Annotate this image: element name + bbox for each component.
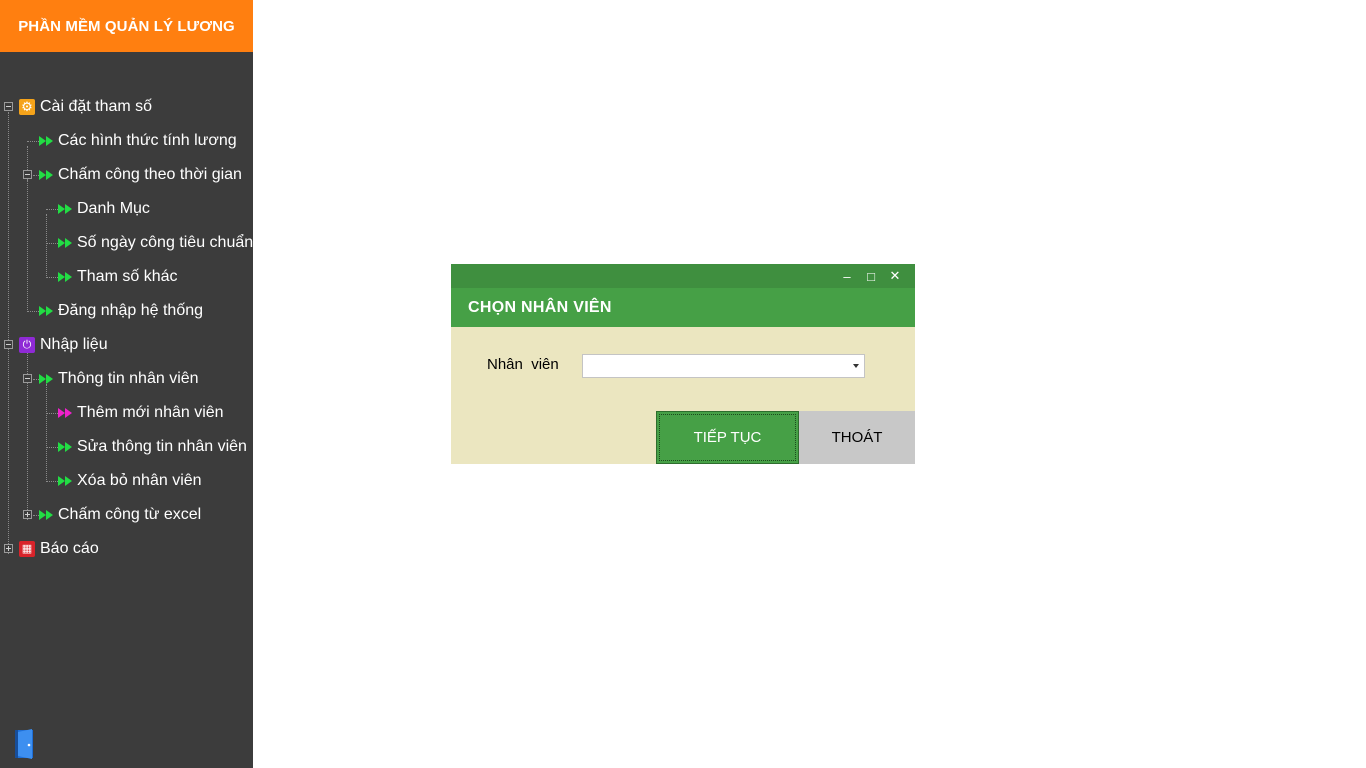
- forward-arrow-icon: [39, 510, 53, 520]
- navigation-tree: ⚙ Cài đặt tham số Các hình thức tính lươ…: [0, 90, 253, 570]
- collapse-toggle-nhap-lieu[interactable]: [4, 340, 13, 349]
- tree-item-them-moi-nhan-vien[interactable]: Thêm mới nhân viên: [58, 396, 224, 430]
- tree-item-label: Chấm công theo thời gian: [58, 166, 242, 183]
- tree-item-label: Thêm mới nhân viên: [77, 404, 224, 421]
- chevron-down-icon[interactable]: [853, 364, 859, 368]
- input-icon: ⏻: [19, 337, 35, 353]
- tree-item-bao-cao[interactable]: ▦ Báo cáo: [19, 532, 99, 566]
- tree-item-nhap-lieu[interactable]: ⏻ Nhập liệu: [19, 328, 108, 362]
- minimize-icon[interactable]: –: [838, 267, 856, 285]
- dialog-title: CHỌN NHÂN VIÊN: [451, 288, 915, 327]
- tree-item-label: Báo cáo: [40, 540, 99, 557]
- tree-item-thong-tin-nhan-vien[interactable]: Thông tin nhân viên: [39, 362, 199, 396]
- tree-guide: [46, 243, 58, 244]
- tree-item-label: Chấm công từ excel: [58, 506, 202, 523]
- tree-guide: [27, 141, 39, 142]
- tree-item-label: Xóa bỏ nhân viên: [77, 472, 202, 489]
- tree-guide: [46, 481, 58, 482]
- door-exit-icon[interactable]: [14, 728, 36, 760]
- app-title: PHẦN MỀM QUẢN LÝ LƯƠNG: [0, 0, 253, 52]
- exit-button[interactable]: THOÁT: [799, 411, 915, 464]
- exit-button-label: THOÁT: [831, 429, 883, 446]
- tree-item-tham-so-khac[interactable]: Tham số khác: [58, 260, 177, 294]
- tree-item-sua-thong-tin[interactable]: Sửa thông tin nhân viên: [58, 430, 247, 464]
- dialog-titlebar: – □ ✕: [451, 264, 915, 288]
- forward-arrow-icon-selected: [58, 408, 72, 418]
- tree-item-cai-dat-tham-so[interactable]: ⚙ Cài đặt tham số: [19, 90, 152, 124]
- report-icon: ▦: [19, 541, 35, 557]
- tree-item-dang-nhap[interactable]: Đăng nhập hệ thống: [39, 294, 203, 328]
- tree-item-hinh-thuc-tinh-luong[interactable]: Các hình thức tính lương: [39, 124, 237, 158]
- forward-arrow-icon: [39, 374, 53, 384]
- tree-item-label: Số ngày công tiêu chuẩn: [77, 234, 253, 251]
- forward-arrow-icon: [58, 204, 72, 214]
- tree-guide: [27, 311, 39, 312]
- tree-item-xoa-bo-nhan-vien[interactable]: Xóa bỏ nhân viên: [58, 464, 202, 498]
- focus-rectangle: [659, 414, 796, 461]
- expand-toggle-cham-cong-excel[interactable]: [23, 510, 32, 519]
- close-icon[interactable]: ✕: [886, 267, 904, 285]
- tree-item-label: Nhập liệu: [40, 336, 108, 353]
- collapse-toggle-thong-tin-nv[interactable]: [23, 374, 32, 383]
- continue-button[interactable]: TIẾP TỤC: [656, 411, 799, 464]
- tree-item-label: Thông tin nhân viên: [58, 370, 199, 387]
- tree-guide: [46, 447, 58, 448]
- forward-arrow-icon: [58, 238, 72, 248]
- tree-guide: [46, 384, 47, 482]
- forward-arrow-icon: [58, 272, 72, 282]
- gear-icon: ⚙: [19, 99, 35, 115]
- tree-guide: [46, 277, 58, 278]
- employee-combobox[interactable]: [582, 354, 865, 378]
- collapse-toggle-cham-cong-thoi-gian[interactable]: [23, 170, 32, 179]
- tree-guide: [46, 209, 58, 210]
- employee-field-label: Nhân viên: [487, 356, 559, 373]
- tree-item-label: Sửa thông tin nhân viên: [77, 438, 247, 455]
- forward-arrow-icon: [39, 306, 53, 316]
- forward-arrow-icon: [58, 442, 72, 452]
- expand-toggle-bao-cao[interactable]: [4, 544, 13, 553]
- tree-item-label: Tham số khác: [77, 268, 178, 285]
- tree-item-label: Cài đặt tham số: [40, 98, 153, 115]
- tree-item-label: Danh Mục: [77, 200, 150, 217]
- tree-item-danh-muc[interactable]: Danh Mục: [58, 192, 150, 226]
- tree-guide: [46, 214, 47, 278]
- tree-item-label: Các hình thức tính lương: [58, 132, 237, 149]
- tree-guide: [46, 413, 58, 414]
- tree-item-cham-cong-excel[interactable]: Chấm công từ excel: [39, 498, 201, 532]
- forward-arrow-icon: [39, 170, 53, 180]
- tree-guide: [8, 112, 9, 554]
- tree-item-cham-cong-thoi-gian[interactable]: Chấm công theo thời gian: [39, 158, 242, 192]
- forward-arrow-icon: [39, 136, 53, 146]
- forward-arrow-icon: [58, 476, 72, 486]
- select-employee-dialog: – □ ✕ CHỌN NHÂN VIÊN Nhân viên TIẾP TỤC …: [451, 264, 915, 464]
- maximize-icon[interactable]: □: [862, 267, 880, 285]
- tree-guide: [27, 180, 28, 310]
- tree-item-label: Đăng nhập hệ thống: [58, 302, 204, 319]
- sidebar: PHẦN MỀM QUẢN LÝ LƯƠNG ⚙ Cài đặt tham số: [0, 0, 253, 768]
- tree-item-so-ngay-cong[interactable]: Số ngày công tiêu chuẩn: [58, 226, 253, 260]
- collapse-toggle-cai-dat[interactable]: [4, 102, 13, 111]
